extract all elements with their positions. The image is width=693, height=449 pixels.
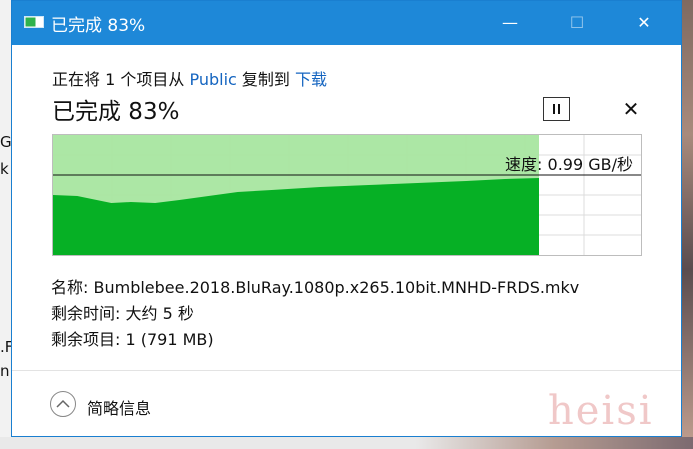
- items-remaining-value: 1 (791 MB): [125, 330, 214, 349]
- close-icon: ✕: [622, 97, 640, 121]
- copy-prefix: 正在将 1 个项目从: [52, 70, 190, 89]
- minimize-button[interactable]: —: [487, 1, 533, 45]
- maximize-button[interactable]: ☐: [554, 1, 600, 45]
- chevron-up-icon: [50, 391, 76, 417]
- time-remaining-label: 剩余时间:: [51, 304, 126, 323]
- close-icon: ✕: [637, 13, 651, 32]
- background-text-fragment: G: [0, 133, 12, 151]
- copy-middle: 复制到: [236, 70, 295, 89]
- speed-label: 速度: 0.99 GB/秒: [505, 155, 633, 174]
- time-remaining-value: 大约 5 秒: [125, 304, 194, 323]
- file-name-row: 名称: Bumblebee.2018.BluRay.1080p.x265.10b…: [51, 274, 579, 298]
- window-title: 已完成 83%: [51, 16, 146, 36]
- items-remaining-row: 剩余项目: 1 (791 MB): [51, 326, 214, 350]
- background-taskbar-area: [0, 437, 693, 449]
- title-bar[interactable]: 已完成 83% — ☐ ✕: [12, 1, 681, 45]
- fewer-details-label: 简略信息: [87, 399, 152, 418]
- file-name-value: Bumblebee.2018.BluRay.1080p.x265.10bit.M…: [93, 278, 580, 297]
- maximize-icon: ☐: [569, 13, 585, 32]
- pause-button[interactable]: [543, 97, 570, 121]
- cancel-button[interactable]: ✕: [620, 97, 642, 121]
- copy-progress-icon: [24, 16, 44, 28]
- progress-status: 已完成 83%: [52, 99, 180, 125]
- file-name-label: 名称:: [51, 278, 94, 297]
- time-remaining-row: 剩余时间: 大约 5 秒: [51, 300, 194, 324]
- transfer-speed-graph: 速度: 0.99 GB/秒: [52, 134, 642, 256]
- items-remaining-label: 剩余项目:: [51, 330, 126, 349]
- footer-divider: [12, 370, 681, 371]
- background-text-fragment: n: [0, 362, 10, 380]
- background-text-fragment: k: [0, 160, 9, 178]
- copy-progress-dialog: 已完成 83% — ☐ ✕ 正在将 1 个项目从 Public 复制到 下载 已…: [11, 0, 682, 437]
- watermark: heisi: [548, 388, 654, 434]
- destination-folder-link[interactable]: 下载: [295, 70, 327, 89]
- source-folder-link[interactable]: Public: [189, 70, 236, 89]
- close-button[interactable]: ✕: [621, 1, 667, 45]
- background-wallpaper: [682, 0, 693, 449]
- copy-description: 正在将 1 个项目从 Public 复制到 下载: [52, 66, 327, 90]
- minimize-icon: —: [502, 13, 518, 32]
